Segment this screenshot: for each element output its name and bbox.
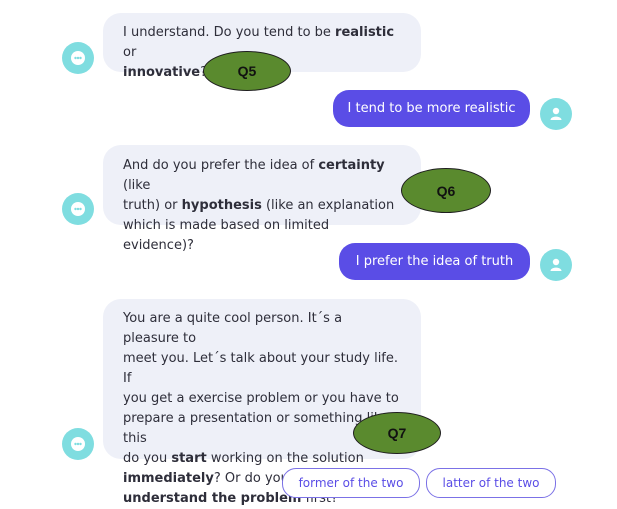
annotation-q7: Q7 xyxy=(353,412,441,454)
message-bold-text: realistic xyxy=(335,25,395,40)
chatbot-face-icon xyxy=(71,202,85,216)
message-text: do you xyxy=(123,451,172,466)
message-text: You are a quite cool person. It´s a plea… xyxy=(123,311,343,346)
user-person-icon xyxy=(550,107,562,120)
message-text: And do you prefer the idea of xyxy=(123,158,319,173)
user-avatar xyxy=(540,249,572,281)
message-bold-text: understand the problem xyxy=(123,491,302,506)
bot-avatar xyxy=(62,193,94,225)
message-text: which is made based on limited evidence)… xyxy=(123,218,330,253)
message-bold-text: hypothesis xyxy=(181,198,262,213)
message-text: I understand. Do you tend to be xyxy=(123,25,336,40)
message-text: or xyxy=(123,45,137,60)
message-text: working on the solution xyxy=(206,451,364,466)
message-text: (like xyxy=(123,178,151,193)
message-text: prepare a presentation or something like… xyxy=(123,411,389,446)
bot-avatar xyxy=(62,428,94,460)
message-text: you get a exercise problem or you have t… xyxy=(123,391,399,406)
annotation-q5: Q5 xyxy=(203,51,291,91)
bot-message-q6: And do you prefer the idea of certainty … xyxy=(103,145,421,253)
message-bold-text: certainty xyxy=(318,158,385,173)
user-person-icon xyxy=(550,258,562,271)
user-message: I prefer the idea of truth xyxy=(339,243,530,280)
former-of-the-two-button[interactable]: former of the two xyxy=(282,468,420,498)
message-bold-text: immediately xyxy=(123,471,214,486)
message-bold-text: start xyxy=(171,451,207,466)
latter-of-the-two-button[interactable]: latter of the two xyxy=(426,468,556,498)
user-message: I tend to be more realistic xyxy=(333,90,530,127)
chatbot-face-icon xyxy=(71,437,85,451)
message-text: (like an explanation xyxy=(261,198,395,213)
message-text: truth) or xyxy=(123,198,182,213)
message-bold-text: innovative xyxy=(123,65,201,80)
chatbot-face-icon xyxy=(71,51,85,65)
message-text: meet you. Let´s talk about your study li… xyxy=(123,351,399,386)
bot-avatar xyxy=(62,42,94,74)
annotation-q6: Q6 xyxy=(401,168,491,213)
user-avatar xyxy=(540,98,572,130)
